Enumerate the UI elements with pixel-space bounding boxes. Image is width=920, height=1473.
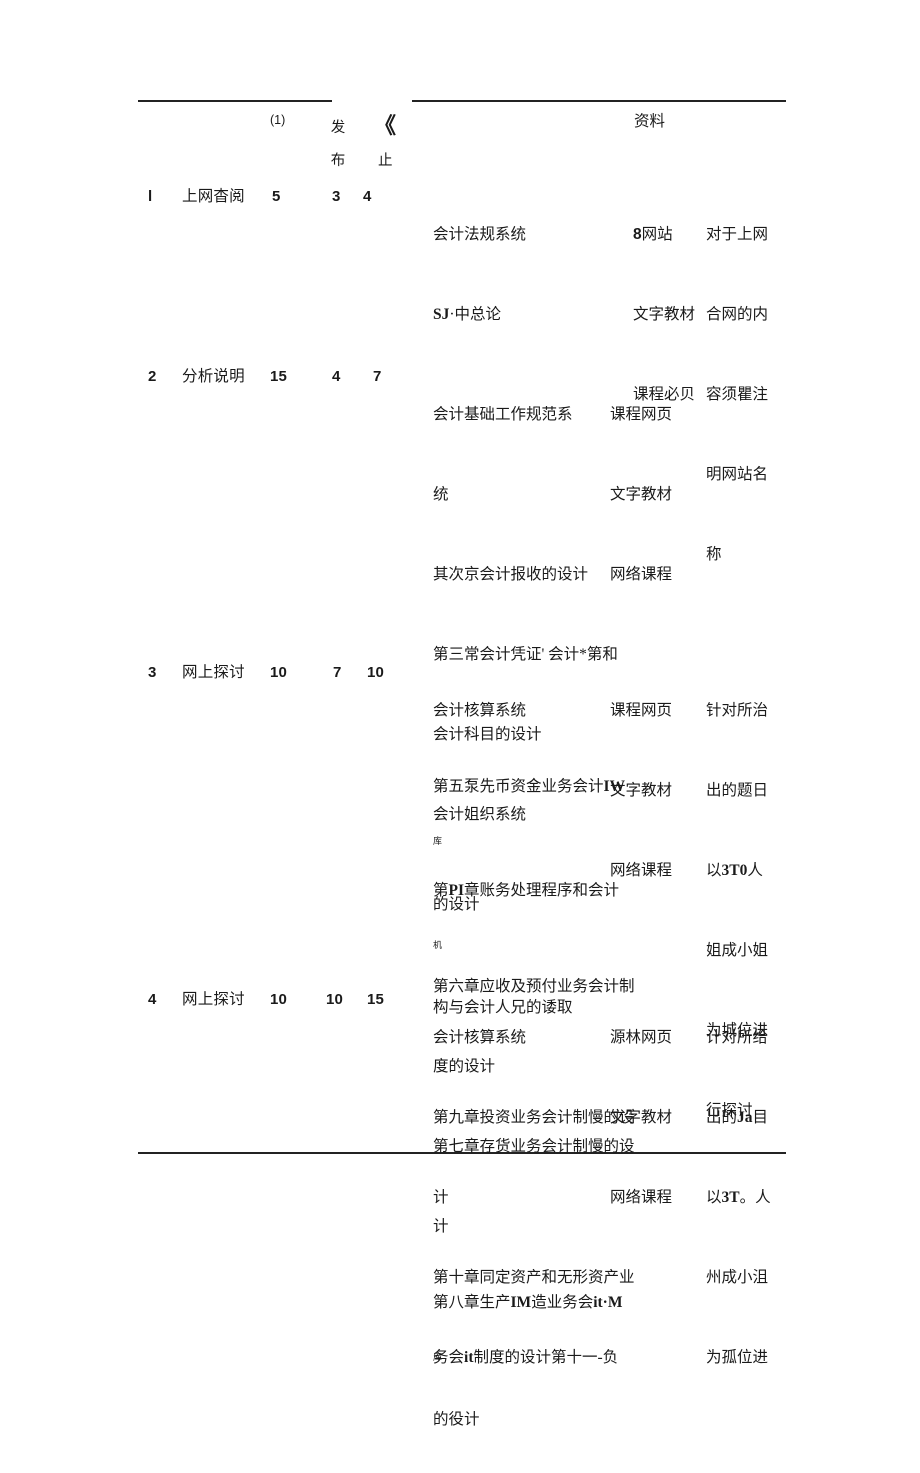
content-line: 第十章同定资产和无形资产业 bbox=[433, 1269, 635, 1286]
table-row-4-remark: 计对所给 出的Ja目 以3T。人 州成小沮 为孤位进 bbox=[706, 980, 771, 1416]
remark-line: 姐成小姐 bbox=[706, 942, 769, 959]
table-row-1-activity: 上网杳阅 bbox=[182, 188, 245, 205]
table-row-4-seq: 4 bbox=[148, 991, 157, 1008]
table-row-2-n1: 15 bbox=[270, 368, 288, 385]
remark-line: 对于上网 bbox=[706, 226, 769, 243]
table-row-2-n3: 7 bbox=[373, 368, 382, 385]
remark-line: 针对所治 bbox=[706, 702, 769, 719]
remark-line: 出的Ja目 bbox=[706, 1109, 769, 1126]
double-chevron-icon: 《 bbox=[374, 113, 397, 138]
remark-line: 州成小沮 bbox=[706, 1269, 769, 1286]
content-line: 第五泵先币资金业务会计IW bbox=[433, 778, 626, 795]
table-row-4-n1: 10 bbox=[270, 991, 288, 1008]
table-row-4-content: 会计核算系统 第九章投资业务会计制慢的设 计 第十章同定资产和无形资产业 务会i… bbox=[433, 980, 635, 1416]
table-row-1-seq: l bbox=[148, 188, 153, 205]
table-row-2-n2: 4 bbox=[332, 368, 341, 385]
material-line: 源林网页 bbox=[610, 1029, 673, 1046]
table-row-1-n1: 5 bbox=[272, 188, 281, 205]
content-line: 会计法规系统 bbox=[433, 226, 527, 243]
header-rule-left bbox=[138, 100, 332, 102]
content-line: 统 bbox=[433, 486, 449, 503]
remark-line: 为孤位进 bbox=[706, 1349, 769, 1366]
header-fabu-label: 发 布 bbox=[329, 112, 347, 178]
table-row-3-activity: 网上探讨 bbox=[182, 664, 245, 681]
table-row-3-n1: 10 bbox=[270, 664, 288, 681]
table-row-2-activity: 分析说明 bbox=[182, 368, 245, 385]
material-line: 文字教材 bbox=[610, 486, 673, 503]
material-line: 网络课程 bbox=[610, 1189, 673, 1206]
remark-line: 容须瞿注 bbox=[706, 386, 769, 403]
table-row-2-materials: 课程网页 文字教材 网络课程 bbox=[610, 357, 672, 633]
content-line: 第九章投资业务会计制慢的设 bbox=[433, 1109, 635, 1126]
content-line: 会计基础工作规范系 bbox=[433, 406, 573, 423]
table-row-3-materials: 课程网页 文字教材 网络课程 bbox=[610, 653, 672, 929]
table-row-4-n2: 10 bbox=[326, 991, 344, 1008]
content-line: 会计核算系统 bbox=[433, 702, 527, 719]
material-line: 文字教材 bbox=[633, 306, 696, 323]
header-paren-label: (1) bbox=[270, 113, 286, 127]
material-line: 8网站 bbox=[633, 226, 673, 243]
remark-line: 明网站名 bbox=[706, 466, 769, 483]
content-line: 其次京会计报收的设计 bbox=[433, 566, 589, 583]
table-row-2-seq: 2 bbox=[148, 368, 157, 385]
table-row-1-remark: 对于上网 合网的内 容须瞿注 明网站名 称 bbox=[706, 177, 768, 613]
table-row-4-n3: 15 bbox=[367, 991, 385, 1008]
table-row-4-activity: 网上探讨 bbox=[182, 991, 245, 1008]
header-fabu-char-1: 发 bbox=[330, 120, 346, 136]
table-row-3-n2: 7 bbox=[333, 664, 342, 681]
material-line: 课程网页 bbox=[610, 406, 673, 423]
content-line-subscript: 库 bbox=[433, 836, 443, 846]
remark-line: 计对所给 bbox=[706, 1029, 769, 1046]
document-page: (1) 发 布 《 止 资料 l 上网杳阅 5 3 4 会计法规系统 SJ·中总… bbox=[0, 0, 920, 1428]
table-row-1-content: 会计法规系统 SJ·中总论 bbox=[433, 177, 526, 373]
material-line: 网络课程 bbox=[610, 862, 673, 879]
table-row-3-n3: 10 bbox=[367, 664, 385, 681]
header-fabu-char-2: 布 bbox=[330, 153, 346, 169]
header-materials-label: 资料 bbox=[634, 113, 666, 130]
table-row-4-materials: 源林网页 文字教材 网络课程 bbox=[610, 980, 672, 1256]
remark-line: 以3T。人 bbox=[706, 1189, 771, 1206]
remark-line: 以3T0人 bbox=[706, 862, 763, 879]
table-row-3-seq: 3 bbox=[148, 664, 157, 681]
content-line: 计 bbox=[433, 1189, 449, 1206]
material-line: 课程网页 bbox=[610, 702, 673, 719]
material-line: 文字教材 bbox=[610, 1109, 673, 1126]
content-line: SJ·中总论 bbox=[433, 306, 502, 323]
header-zhi-label: 止 bbox=[378, 153, 393, 169]
material-line: 文字教材 bbox=[610, 782, 673, 799]
remark-line: 合网的内 bbox=[706, 306, 769, 323]
content-line: 务会it制度的设计第十一-负 bbox=[433, 1349, 619, 1366]
content-line: 会计核算系统 bbox=[433, 1029, 527, 1046]
remark-line: 出的题日 bbox=[706, 782, 769, 799]
content-line: 的设计 bbox=[433, 896, 480, 913]
table-row-1-n2: 3 bbox=[332, 188, 341, 205]
remark-line: 称 bbox=[706, 546, 722, 563]
header-rule-right bbox=[412, 100, 786, 102]
material-line: 网络课程 bbox=[610, 566, 673, 583]
table-row-1-n3: 4 bbox=[363, 188, 372, 205]
